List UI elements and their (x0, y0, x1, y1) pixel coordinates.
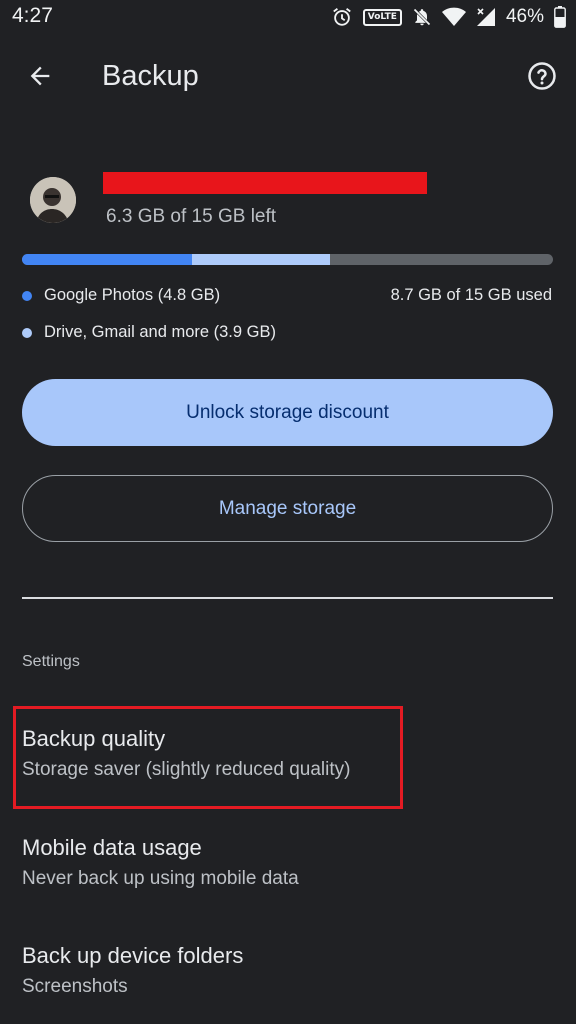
storage-bar (22, 254, 553, 265)
legend-photos: Google Photos (4.8 GB) (22, 286, 220, 305)
page-title: Backup (102, 60, 199, 92)
back-button[interactable] (22, 60, 58, 96)
storage-bar-photos (22, 254, 192, 265)
status-icons: VoLTE 46% (331, 4, 566, 30)
storage-bar-drive (191, 254, 330, 265)
setting-mobile-data-usage[interactable]: Mobile data usage Never back up using mo… (22, 835, 553, 890)
legend-label-photos: Google Photos (4.8 GB) (44, 286, 221, 304)
alarm-icon (331, 6, 353, 28)
notifications-off-icon (412, 6, 432, 28)
volte-icon: VoLTE (362, 8, 402, 26)
signal-icon (476, 7, 496, 27)
divider (22, 597, 553, 599)
legend-drive: Drive, Gmail and more (3.9 GB) (22, 323, 276, 342)
setting-subtitle: Never back up using mobile data (22, 868, 299, 889)
wifi-icon (441, 7, 466, 27)
battery-percent: 46% (505, 6, 544, 27)
unlock-storage-discount-button[interactable]: Unlock storage discount (22, 379, 553, 446)
account-name-redacted (103, 172, 427, 194)
help-icon (527, 61, 557, 96)
legend-label-drive: Drive, Gmail and more (3.9 GB) (44, 323, 276, 341)
status-time: 4:27 (12, 4, 53, 27)
setting-back-up-device-folders[interactable]: Back up device folders Screenshots (22, 943, 553, 998)
help-button[interactable] (524, 60, 560, 96)
setting-subtitle: Screenshots (22, 976, 128, 997)
highlight-annotation-box (13, 706, 403, 809)
settings-section-header: Settings (22, 653, 80, 670)
battery-icon (554, 6, 566, 28)
manage-storage-button[interactable]: Manage storage (22, 475, 553, 542)
setting-title: Back up device folders (22, 943, 244, 968)
legend-dot-drive (22, 327, 32, 338)
avatar[interactable] (30, 177, 76, 223)
storage-left-text: 6.3 GB of 15 GB left (106, 206, 277, 227)
arrow-back-icon (26, 62, 54, 95)
storage-used-text: 8.7 GB of 15 GB used (390, 286, 552, 304)
legend-dot-photos (22, 290, 32, 301)
setting-title: Mobile data usage (22, 835, 202, 860)
